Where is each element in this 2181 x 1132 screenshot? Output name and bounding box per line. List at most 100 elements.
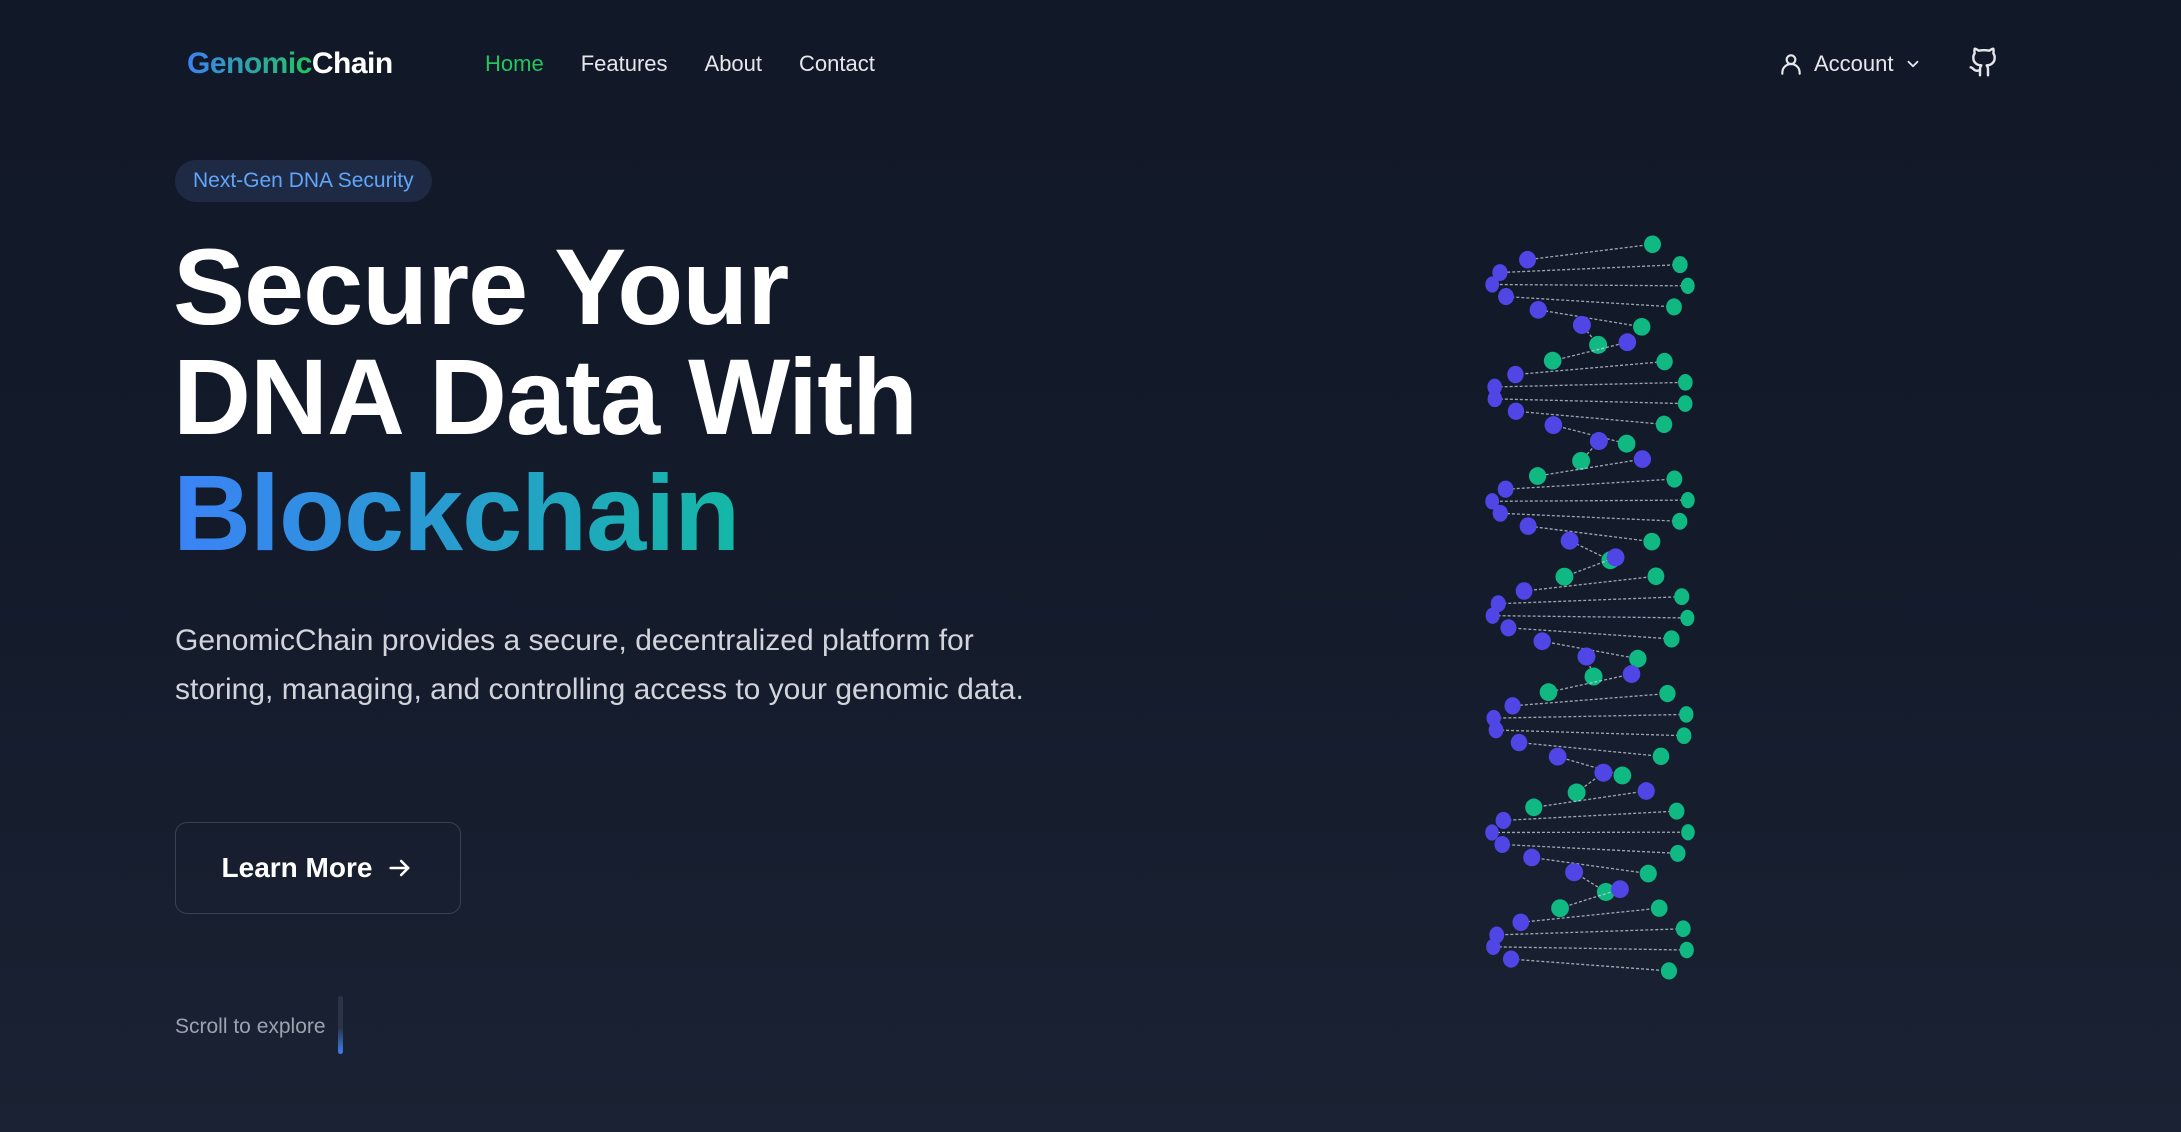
helix-nucleotide [1572, 315, 1591, 334]
helix-nucleotide [1500, 619, 1517, 637]
helix-nucleotide [1539, 683, 1558, 702]
account-label: Account [1814, 51, 1894, 76]
helix-nucleotide [1676, 727, 1692, 745]
helix-nucleotide [1567, 783, 1586, 802]
helix-nucleotide [1637, 782, 1655, 800]
helix-base-pair [1493, 946, 1687, 951]
helix-nucleotide [1639, 864, 1657, 883]
helix-nucleotide [1555, 567, 1574, 586]
learn-more-label: Learn More [221, 852, 373, 883]
helix-nucleotide [1675, 920, 1691, 938]
scroll-indicator [337, 996, 343, 1054]
helix-nucleotide [1584, 667, 1603, 686]
helix-nucleotide [1544, 416, 1563, 435]
headline-highlight: Blockchain [173, 452, 740, 573]
nav-link-about[interactable]: About [705, 48, 763, 80]
helix-nucleotide [1565, 863, 1584, 882]
helix-nucleotide [1515, 582, 1533, 600]
helix-base-pair [1518, 741, 1662, 757]
github-icon [1969, 47, 1996, 77]
helix-nucleotide [1504, 697, 1521, 715]
helix-base-pair [1510, 958, 1670, 972]
helix-nucleotide [1681, 824, 1695, 841]
hero-badge: Next-Gen DNA Security [175, 160, 432, 202]
helix-nucleotide [1494, 835, 1510, 853]
helix-base-pair [1495, 729, 1685, 737]
helix-base-pair [1533, 790, 1647, 809]
helix-nucleotide [1674, 588, 1690, 606]
helix-nucleotide [1622, 665, 1641, 683]
helix-nucleotide [1551, 899, 1569, 918]
helix-nucleotide [1606, 548, 1625, 567]
helix-nucleotide [1548, 747, 1567, 766]
helix-base-pair [1492, 615, 1688, 619]
helix-nucleotide [1528, 467, 1547, 485]
helix-base-pair [1531, 856, 1649, 875]
helix-nucleotide [1502, 950, 1520, 968]
helix-nucleotide [1668, 802, 1685, 820]
helix-nucleotide [1617, 434, 1636, 453]
scroll-hint-label: Scroll to explore [175, 1015, 326, 1038]
brand-name-part2: Chain [311, 47, 393, 80]
brand-logo[interactable]: GenomicChain [187, 44, 393, 84]
helix-nucleotide [1533, 632, 1551, 651]
account-menu-button[interactable]: Account [1778, 47, 1922, 81]
helix-nucleotide [1666, 470, 1683, 488]
top-navbar: GenomicChain Home Features About Contact… [0, 0, 2181, 128]
helix-nucleotide [1677, 395, 1693, 412]
dna-helix-illustration [1485, 235, 1695, 980]
headline-line-1: Secure Your [173, 226, 789, 347]
helix-nucleotide [1577, 647, 1596, 666]
helix-base-pair [1492, 499, 1688, 502]
helix-base-pair [1512, 692, 1668, 707]
helix-nucleotide [1507, 365, 1524, 384]
hero-description: GenomicChain provides a secure, decentra… [175, 624, 1024, 706]
helix-nucleotide [1497, 480, 1514, 498]
helix-nucleotide [1678, 374, 1693, 391]
helix-base-pair [1508, 627, 1672, 640]
helix-nucleotide [1485, 276, 1500, 293]
nav-link-contact[interactable]: Contact [799, 48, 875, 80]
helix-nucleotide [1589, 432, 1608, 451]
helix-nucleotide [1486, 938, 1501, 956]
helix-base-pair [1520, 907, 1660, 923]
helix-base-pair [1494, 381, 1686, 388]
github-link[interactable] [1968, 46, 2000, 83]
helix-base-pair [1524, 575, 1656, 592]
nav-link-home[interactable]: Home [485, 48, 544, 80]
main-nav: Home Features About Contact [485, 48, 875, 80]
user-icon [1781, 54, 1801, 75]
helix-nucleotide [1652, 747, 1670, 766]
helix-nucleotide [1492, 504, 1508, 522]
helix-nucleotide [1488, 721, 1504, 739]
helix-nucleotide [1495, 811, 1512, 829]
helix-nucleotide [1507, 402, 1525, 420]
helix-nucleotide [1633, 317, 1651, 336]
helix-nucleotide [1498, 288, 1514, 306]
helix-nucleotide [1572, 451, 1591, 470]
hero-headline: Secure Your DNA Data With Blockchain [173, 226, 918, 573]
helix-nucleotide [1613, 766, 1632, 785]
helix-nucleotide [1655, 415, 1673, 434]
scroll-hint: Scroll to explore [175, 996, 343, 1056]
helix-base-pair [1492, 283, 1688, 287]
helix-nucleotide [1618, 333, 1637, 352]
helix-nucleotide [1672, 256, 1688, 274]
helix-base-pair [1494, 398, 1686, 405]
learn-more-button[interactable]: Learn More [175, 822, 461, 914]
helix-nucleotide [1680, 491, 1695, 509]
helix-nucleotide [1594, 763, 1613, 782]
helix-nucleotide [1519, 517, 1537, 535]
arrow-right-icon [389, 859, 410, 877]
helix-nucleotide [1666, 298, 1682, 316]
helix-nucleotide [1663, 630, 1680, 648]
nav-link-features[interactable]: Features [581, 48, 668, 80]
helix-nucleotide [1529, 300, 1547, 319]
helix-base-pair [1528, 525, 1652, 543]
helix-nucleotide [1656, 352, 1673, 371]
helix-base-pair [1493, 713, 1687, 719]
helix-nucleotide [1485, 824, 1499, 841]
helix-nucleotide [1650, 899, 1668, 917]
helix-nucleotide [1512, 913, 1530, 932]
helix-nucleotide [1643, 235, 1661, 254]
